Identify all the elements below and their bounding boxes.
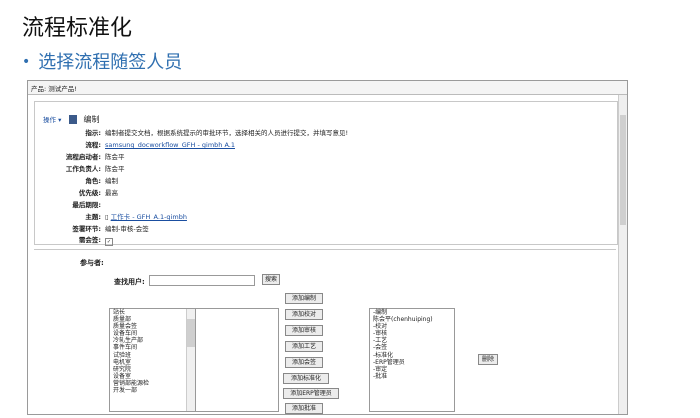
list-item[interactable]: 电机室 — [110, 359, 196, 366]
list-item[interactable]: 试验班 — [110, 352, 196, 359]
product-bar: 产品: 测试产品! — [28, 81, 627, 95]
add-proofreader-button[interactable]: 添加校对 — [285, 309, 323, 320]
list-item[interactable]: -ERP管理员 — [370, 359, 454, 366]
add-approver-button[interactable]: 添加批准 — [285, 403, 323, 414]
process-link[interactable]: samsung_docworkflow_GFH - gimbh A.1 — [105, 141, 235, 149]
product-label: 产品: 测试产品! — [31, 85, 77, 93]
subject-link[interactable]: 工作卡 - GFH_A.1-gimbh — [111, 213, 187, 221]
list-item[interactable]: -会签 — [370, 344, 454, 351]
list-item[interactable]: 营销部能源检 — [110, 380, 196, 387]
field-role: 角色: 编制 — [85, 177, 118, 185]
document-icon — [69, 115, 78, 124]
list-item[interactable]: -审定 — [370, 366, 454, 373]
add-reviewer-button[interactable]: 添加审核 — [285, 325, 323, 336]
field-process: 流程: samsung_docworkflow_GFH - gimbh A.1 — [85, 141, 235, 149]
user-group-list[interactable]: 站长 质量部 质量会签 设备车间 冷轧生产部 事件车间 试验班 电机室 研究院 … — [109, 308, 197, 412]
slide-title: 流程标准化 — [22, 16, 133, 41]
list-item[interactable]: 开发一部 — [110, 387, 196, 394]
list-item[interactable]: -标准化 — [370, 352, 454, 359]
bullet-dot: • — [22, 54, 31, 70]
participants-label: 参与者: — [80, 259, 104, 267]
find-user-input[interactable] — [149, 275, 255, 286]
delete-button[interactable]: 删除 — [478, 354, 498, 365]
add-erp-admin-button[interactable]: 添加ERP管理员 — [283, 388, 339, 399]
list-item[interactable]: 研究院 — [110, 366, 196, 373]
operation-menu[interactable]: 操作 ▾ — [43, 116, 61, 124]
participants-panel: 参与者: 查找用户: 搜索 站长 质量部 质量会签 设备车间 冷轧生产部 事件车… — [34, 249, 616, 414]
slide-bullet: • 选择流程随签人员 — [22, 48, 182, 74]
list-item[interactable]: 事件车间 — [110, 344, 196, 351]
edit-title: 编制 — [83, 115, 100, 124]
operation-bar: 操作 ▾ 编制 — [43, 114, 100, 125]
operation-label: 操作 — [43, 116, 56, 124]
find-user-label: 查找用户: — [114, 278, 145, 286]
add-countersign-button[interactable]: 添加会签 — [285, 357, 323, 368]
search-button[interactable]: 搜索 — [262, 274, 280, 285]
countersign-checkbox[interactable]: ✓ — [105, 238, 113, 246]
list-item[interactable]: -批准 — [370, 373, 454, 380]
scroll-thumb[interactable] — [620, 115, 626, 225]
field-instruction: 指示: 编制者提交文档，根据系统提示的审批环节，选择相关的人员进行提交，并填写意见… — [85, 129, 349, 137]
field-subject: 主题: ▯ 工作卡 - GFH_A.1-gimbh — [85, 213, 187, 221]
embedded-screenshot: 产品: 测试产品! 操作 ▾ 编制 指示: 编制者提交文档，根据系统提示的审批环节… — [27, 80, 628, 415]
selected-participants-list[interactable]: -编制 陈会平(chenhuiping) -校对 -审核 -工艺 -会签 -标准… — [369, 308, 455, 412]
field-starter: 流程启动者: 陈会平 — [65, 153, 125, 161]
field-sign-steps: 签署环节: 编制-审核-会签 — [72, 225, 149, 233]
add-editor-button[interactable]: 添加编制 — [285, 293, 323, 304]
field-countersign: 需会签: ✓ — [78, 236, 113, 246]
vertical-scrollbar[interactable] — [618, 95, 627, 414]
field-priority: 优先级: 最高 — [78, 189, 118, 197]
task-details-panel: 操作 ▾ 编制 指示: 编制者提交文档，根据系统提示的审批环节，选择相关的人员进行… — [34, 101, 618, 246]
user-list[interactable] — [195, 308, 279, 412]
list-item[interactable]: 设备室 — [110, 373, 196, 380]
add-standardization-button[interactable]: 添加标准化 — [283, 373, 329, 384]
bullet-text: 选择流程随签人员 — [38, 52, 183, 73]
field-deadline: 最后期限: — [72, 201, 101, 209]
field-owner: 工作负责人: 陈会平 — [65, 165, 125, 173]
add-process-button[interactable]: 添加工艺 — [285, 341, 323, 352]
